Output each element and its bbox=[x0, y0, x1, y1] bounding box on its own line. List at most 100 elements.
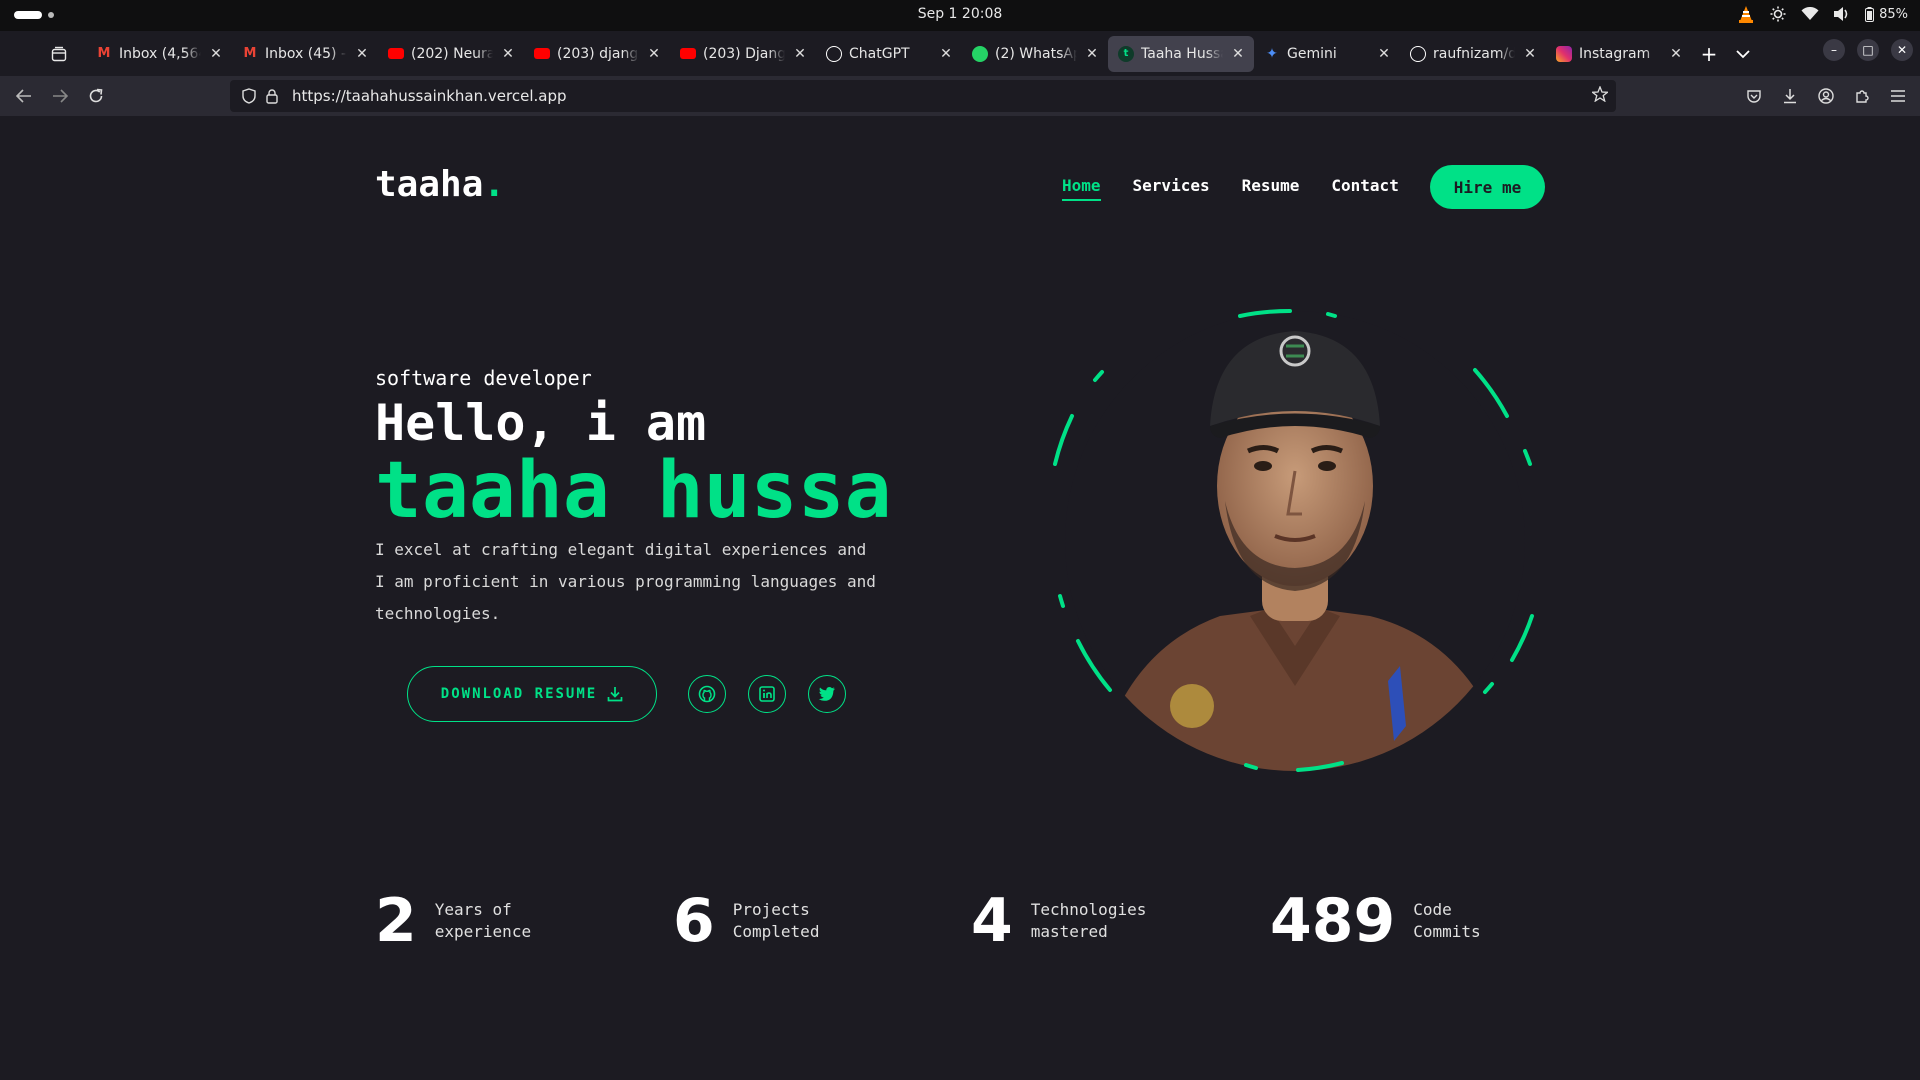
github-link[interactable] bbox=[688, 675, 726, 713]
close-window-button[interactable]: ✕ bbox=[1891, 39, 1913, 61]
site-nav: Home Services Resume Contact bbox=[1062, 176, 1399, 201]
download-resume-button[interactable]: DOWNLOAD RESUME bbox=[407, 666, 657, 722]
browser-tab[interactable]: (202) Neural N ✕ bbox=[378, 36, 524, 72]
linkedin-link[interactable] bbox=[748, 675, 786, 713]
vlc-icon[interactable] bbox=[1737, 5, 1755, 23]
tab-title: Inbox (4,564) bbox=[119, 45, 201, 62]
browser-tab[interactable]: ChatGPT ✕ bbox=[816, 36, 962, 72]
browser-tab[interactable]: M Inbox (45) - you ✕ bbox=[232, 36, 378, 72]
download-icon bbox=[1784, 89, 1796, 104]
battery-percent: 85% bbox=[1879, 6, 1908, 22]
tab-close-icon[interactable]: ✕ bbox=[1668, 46, 1684, 62]
address-bar[interactable]: https://taahahussainkhan.vercel.app bbox=[230, 80, 1616, 112]
web-page: taaha. Home Services Resume Contact Hire… bbox=[0, 116, 1920, 1080]
site-logo[interactable]: taaha. bbox=[375, 164, 505, 205]
nav-link-home[interactable]: Home bbox=[1062, 176, 1101, 201]
toolbar-right bbox=[1742, 80, 1910, 112]
browser-tab[interactable]: ✦ Gemini ✕ bbox=[1254, 36, 1400, 72]
stat-label-line: experience bbox=[434, 922, 532, 941]
system-tray[interactable]: 85% bbox=[1737, 5, 1908, 23]
bio-line: technologies. bbox=[375, 604, 501, 623]
firefox-view-icon bbox=[51, 46, 67, 61]
browser-tab[interactable]: M Inbox (4,564) ✕ bbox=[86, 36, 232, 72]
bio-line: I excel at crafting elegant digital expe… bbox=[375, 540, 867, 559]
shield-icon[interactable] bbox=[242, 88, 256, 104]
volume-icon[interactable] bbox=[1833, 5, 1851, 23]
stat-number: 2 bbox=[375, 886, 417, 956]
app-menu-button[interactable] bbox=[1886, 80, 1910, 112]
new-tab-button[interactable]: + bbox=[1692, 37, 1726, 71]
logo-text: taaha bbox=[375, 164, 484, 205]
browser-tab[interactable]: (203) Django ✕ bbox=[670, 36, 816, 72]
youtube-icon bbox=[534, 48, 550, 59]
tab-close-icon[interactable]: ✕ bbox=[938, 46, 954, 62]
tab-title: (203) Django bbox=[703, 45, 785, 62]
nav-link-contact[interactable]: Contact bbox=[1331, 176, 1398, 201]
pocket-icon bbox=[1747, 90, 1761, 103]
tab-title: (2) WhatsApp bbox=[995, 45, 1077, 62]
forward-button[interactable] bbox=[42, 80, 78, 112]
brightness-icon[interactable] bbox=[1769, 5, 1787, 23]
stat-label: Projects Completed bbox=[733, 899, 853, 943]
tab-close-icon[interactable]: ✕ bbox=[1230, 46, 1246, 62]
twitter-link[interactable] bbox=[808, 675, 846, 713]
bookmark-star-icon[interactable] bbox=[1590, 85, 1610, 106]
reload-button[interactable] bbox=[78, 80, 114, 112]
stat-label-line: mastered bbox=[1030, 922, 1108, 941]
pocket-button[interactable] bbox=[1742, 80, 1766, 112]
close-icon: ✕ bbox=[1896, 43, 1908, 57]
gmail-icon: M bbox=[97, 46, 111, 61]
list-all-tabs-button[interactable] bbox=[1726, 37, 1760, 71]
tab-strip: MInbox (4,564)✕MInbox (45) - you✕(202) N… bbox=[86, 35, 1692, 72]
tab-title: (203) django S bbox=[557, 45, 639, 62]
stats-row: 2 Years of experience 6 Projects Completed… bbox=[375, 886, 1545, 966]
browser-tab[interactable]: t Taaha Hussain ✕ bbox=[1108, 35, 1254, 72]
tab-close-icon[interactable]: ✕ bbox=[1522, 46, 1538, 62]
downloads-button[interactable] bbox=[1778, 80, 1802, 112]
nav-link-resume[interactable]: Resume bbox=[1242, 176, 1300, 201]
battery-icon bbox=[1865, 6, 1875, 22]
extensions-button[interactable] bbox=[1850, 80, 1874, 112]
hero-name: taaha hussai bbox=[375, 446, 895, 536]
back-button[interactable] bbox=[6, 80, 42, 112]
chatgpt-icon bbox=[826, 45, 842, 62]
minimize-button[interactable]: – bbox=[1823, 39, 1845, 61]
browser-tab[interactable]: Instagram ✕ bbox=[1546, 36, 1692, 72]
url-text[interactable]: https://taahahussainkhan.vercel.app bbox=[292, 87, 567, 105]
stat-projects: 6 Projects Completed bbox=[673, 886, 853, 956]
chevron-down-icon bbox=[1736, 49, 1750, 58]
linkedin-icon bbox=[759, 686, 775, 702]
twitter-icon bbox=[818, 687, 835, 701]
tab-title: (202) Neural N bbox=[411, 45, 493, 62]
battery-indicator[interactable]: 85% bbox=[1865, 6, 1908, 22]
firefox-view-button[interactable] bbox=[42, 37, 76, 71]
browser-tab[interactable]: (2) WhatsApp ✕ bbox=[962, 36, 1108, 72]
stat-label-line: Projects bbox=[732, 900, 810, 919]
bio-line: I am proficient in various programming l… bbox=[375, 572, 876, 591]
tab-title: Taaha Hussain bbox=[1141, 45, 1223, 62]
account-button[interactable] bbox=[1814, 80, 1838, 112]
stat-label-line: Code bbox=[1413, 900, 1452, 919]
clock[interactable]: Sep 1 20:08 bbox=[0, 6, 1920, 22]
hire-me-button[interactable]: Hire me bbox=[1430, 165, 1545, 209]
navigation-toolbar: https://taahahussainkhan.vercel.app bbox=[0, 76, 1920, 116]
nav-link-services[interactable]: Services bbox=[1133, 176, 1210, 201]
tab-close-icon[interactable]: ✕ bbox=[1084, 46, 1100, 62]
tab-title: Inbox (45) - you bbox=[265, 45, 347, 62]
plus-icon: + bbox=[1700, 41, 1718, 66]
browser-tab[interactable]: raufnizam/dj ✕ bbox=[1400, 36, 1546, 72]
wifi-icon[interactable] bbox=[1801, 5, 1819, 23]
tab-close-icon[interactable]: ✕ bbox=[792, 46, 808, 62]
maximize-button[interactable]: □ bbox=[1857, 39, 1879, 61]
tab-close-icon[interactable]: ✕ bbox=[354, 46, 370, 62]
tab-close-icon[interactable]: ✕ bbox=[208, 46, 224, 62]
browser-tab[interactable]: (203) django S ✕ bbox=[524, 36, 670, 72]
tab-close-icon[interactable]: ✕ bbox=[1376, 46, 1392, 62]
tab-close-icon[interactable]: ✕ bbox=[646, 46, 662, 62]
os-top-bar: Sep 1 20:08 85% bbox=[0, 0, 1920, 31]
stat-label: Code Commits bbox=[1413, 899, 1533, 943]
lock-icon[interactable] bbox=[266, 88, 278, 104]
github-icon bbox=[1410, 45, 1426, 62]
tab-close-icon[interactable]: ✕ bbox=[500, 46, 516, 62]
whatsapp-icon bbox=[972, 45, 988, 62]
